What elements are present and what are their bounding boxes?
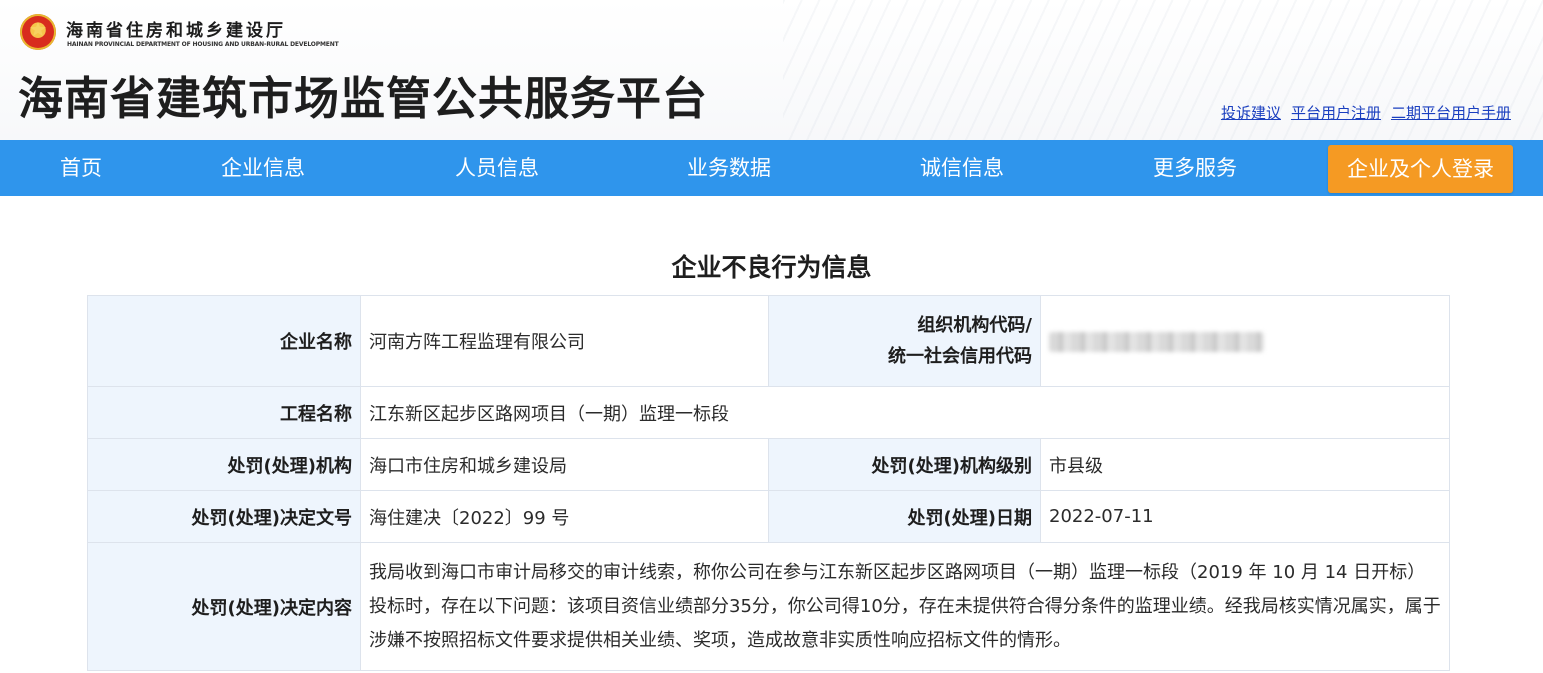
register-link[interactable]: 平台用户注册 <box>1291 102 1381 123</box>
project-name-value: 江东新区起步区路网项目（一期）监理一标段 <box>360 386 1450 439</box>
table-row: 工程名称 江东新区起步区路网项目（一期）监理一标段 <box>87 386 1450 439</box>
department-name: 海南省住房和城乡建设厅 <box>66 21 286 41</box>
org-code-label: 组织机构代码/ 统一社会信用代码 <box>768 295 1041 387</box>
authority-level-label: 处罚(处理)机构级别 <box>768 438 1041 491</box>
company-name-value: 河南方阵工程监理有限公司 <box>360 295 769 387</box>
authority-level-value: 市县级 <box>1040 438 1450 491</box>
page-title: 企业不良行为信息 <box>671 253 872 282</box>
authority-label: 处罚(处理)机构 <box>87 438 361 491</box>
date-value: 2022-07-11 <box>1040 490 1450 543</box>
nav-credit-info[interactable]: 诚信信息 <box>920 140 1004 196</box>
org-code-label-line2: 统一社会信用代码 <box>888 346 1032 367</box>
date-label: 处罚(处理)日期 <box>768 490 1041 543</box>
table-row: 处罚(处理)决定内容 我局收到海口市审计局移交的审计线索，称你公司在参与江东新区… <box>87 542 1450 671</box>
nav-business-data[interactable]: 业务数据 <box>687 140 771 196</box>
table-row: 企业名称 河南方阵工程监理有限公司 组织机构代码/ 统一社会信用代码 <box>87 295 1450 387</box>
company-name-label: 企业名称 <box>87 295 361 387</box>
project-name-label: 工程名称 <box>87 386 361 439</box>
authority-value: 海口市住房和城乡建设局 <box>360 438 769 491</box>
content-label: 处罚(处理)决定内容 <box>87 542 361 671</box>
org-code-label-line1: 组织机构代码/ <box>917 315 1032 336</box>
login-button[interactable]: 企业及个人登录 <box>1328 145 1513 193</box>
top-links: 投诉建议 平台用户注册 二期平台用户手册 <box>1221 102 1511 123</box>
complaint-link[interactable]: 投诉建议 <box>1221 102 1281 123</box>
platform-title: 海南省建筑市场监管公共服务平台 <box>18 72 709 125</box>
table-row: 处罚(处理)机构 海口市住房和城乡建设局 处罚(处理)机构级别 市县级 <box>87 438 1450 491</box>
doc-no-label: 处罚(处理)决定文号 <box>87 490 361 543</box>
national-emblem-icon <box>20 14 56 50</box>
content-value: 我局收到海口市审计局移交的审计线索，称你公司在参与江东新区起步区路网项目（一期）… <box>360 542 1450 671</box>
table-row: 处罚(处理)决定文号 海住建决〔2022〕99 号 处罚(处理)日期 2022-… <box>87 490 1450 543</box>
nav-more-services[interactable]: 更多服务 <box>1153 140 1237 196</box>
manual-link[interactable]: 二期平台用户手册 <box>1391 102 1511 123</box>
doc-no-value: 海住建决〔2022〕99 号 <box>360 490 769 543</box>
nav-enterprise-info[interactable]: 企业信息 <box>221 140 305 196</box>
bad-behavior-table: 企业名称 河南方阵工程监理有限公司 组织机构代码/ 统一社会信用代码 工程名称 … <box>87 295 1450 671</box>
org-code-value <box>1040 295 1450 387</box>
redacted-code <box>1049 331 1264 352</box>
nav-personnel-info[interactable]: 人员信息 <box>455 140 539 196</box>
main-nav: 首页 企业信息 人员信息 业务数据 诚信信息 更多服务 <box>0 140 1543 196</box>
department-name-en: HAINAN PROVINCIAL DEPARTMENT OF HOUSING … <box>67 41 339 48</box>
nav-home[interactable]: 首页 <box>60 140 102 196</box>
site-header: 海南省住房和城乡建设厅 HAINAN PROVINCIAL DEPARTMENT… <box>0 0 1543 140</box>
